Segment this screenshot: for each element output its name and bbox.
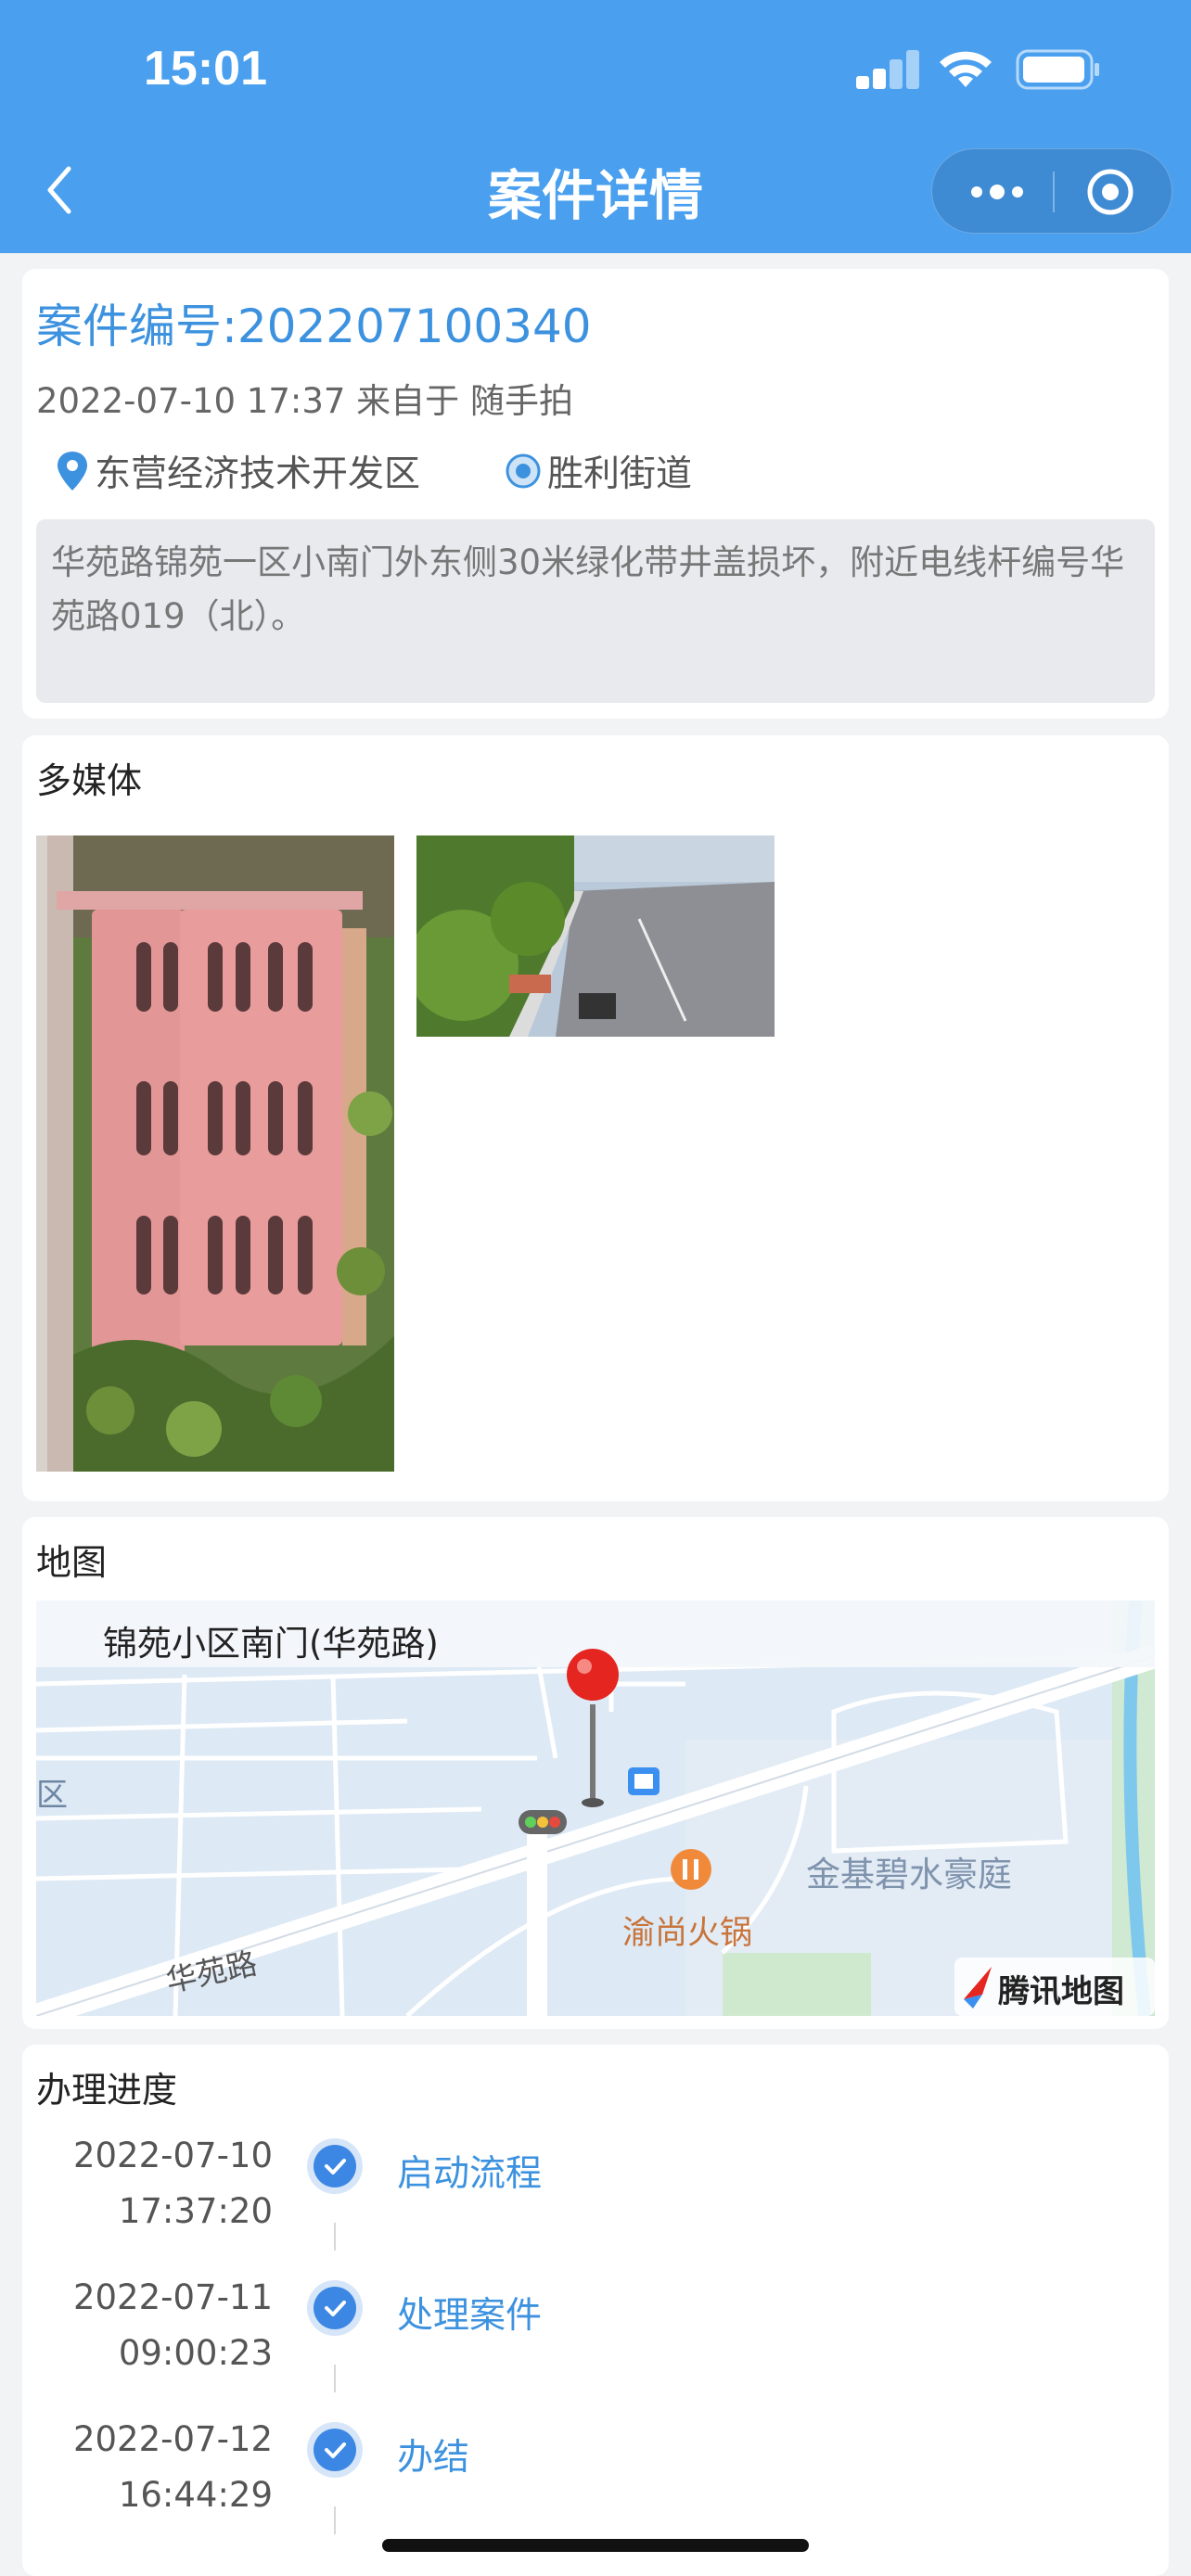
home-indicator[interactable] (382, 2539, 809, 2552)
step-date: 2022-07-10 (72, 2136, 273, 2175)
photo-manhole-cover[interactable] (36, 835, 394, 1472)
case-info-card: 案件编号:202207100340 2022-07-10 17:37 来自于 随… (22, 269, 1169, 719)
progress-card: 办理进度 2022-07-10 17:37:20 启动流程 2022-07-11… (22, 2045, 1169, 2576)
step-time: 09:00:23 (118, 2333, 273, 2373)
step-label[interactable]: 处理案件 (397, 2287, 542, 2339)
more-dots-icon[interactable] (960, 168, 1034, 216)
street-label: 胜利街道 (547, 453, 693, 495)
case-number: 案件编号:202207100340 (36, 300, 592, 353)
map-section-title: 地图 (36, 1542, 108, 1583)
location-pin-icon (58, 452, 87, 491)
target-circle-icon[interactable] (1081, 162, 1140, 222)
manhole-cover-image (36, 835, 394, 1472)
district-location: 东营经济技术开发区 (54, 445, 420, 497)
map-card: 地图 锦苑小区南门(华苑路) 区 金基碧水豪庭 渝尚火锅 华苑路 腾讯地图 (22, 1517, 1169, 2029)
roadside-image (416, 835, 775, 1037)
check-circle-icon (307, 2422, 363, 2478)
case-meta: 2022-07-10 17:37 来自于 随手拍 (36, 381, 573, 421)
progress-section-title: 办理进度 (36, 2070, 178, 2111)
media-section-title: 多媒体 (36, 760, 143, 801)
timeline-connector (334, 2365, 336, 2392)
photo-roadside[interactable] (416, 835, 775, 1037)
map-location-name: 锦苑小区南门(华苑路) (103, 1624, 439, 1664)
check-circle-icon (307, 2138, 363, 2194)
step-label[interactable]: 启动流程 (397, 2145, 542, 2197)
map-provider-logo: 腾讯地图 (998, 1973, 1124, 2010)
step-label[interactable]: 办结 (397, 2429, 469, 2480)
case-description: 华苑路锦苑一区小南门外东侧30米绿化带井盖损坏，附近电线杆编号华苑路019（北）… (36, 519, 1155, 703)
map-view[interactable]: 锦苑小区南门(华苑路) 区 金基碧水豪庭 渝尚火锅 华苑路 腾讯地图 (36, 1600, 1155, 2016)
cellular-signal-icon (856, 48, 921, 89)
step-time: 16:44:29 (118, 2475, 273, 2515)
media-card: 多媒体 (22, 735, 1169, 1501)
district-label: 东营经济技术开发区 (95, 453, 421, 495)
wifi-icon (940, 51, 992, 87)
check-circle-icon (307, 2280, 363, 2336)
step-time: 17:37:20 (118, 2191, 273, 2231)
street-location: 胜利街道 (503, 445, 692, 497)
capsule-divider (1053, 172, 1055, 212)
locate-target-icon (506, 453, 541, 489)
header-bar: 15:01 案件详情 (0, 0, 1191, 253)
miniprogram-capsule (931, 148, 1172, 234)
timeline-connector (334, 2506, 336, 2534)
battery-icon (1016, 49, 1099, 90)
map-label-community: 金基碧水豪庭 (806, 1855, 1012, 1894)
status-time: 15:01 (144, 42, 267, 96)
map-label-edge: 区 (36, 1777, 68, 1814)
step-date: 2022-07-11 (72, 2277, 273, 2317)
timeline-connector (334, 2223, 336, 2251)
step-date: 2022-07-12 (72, 2419, 273, 2459)
map-label-restaurant: 渝尚火锅 (622, 1915, 753, 1952)
